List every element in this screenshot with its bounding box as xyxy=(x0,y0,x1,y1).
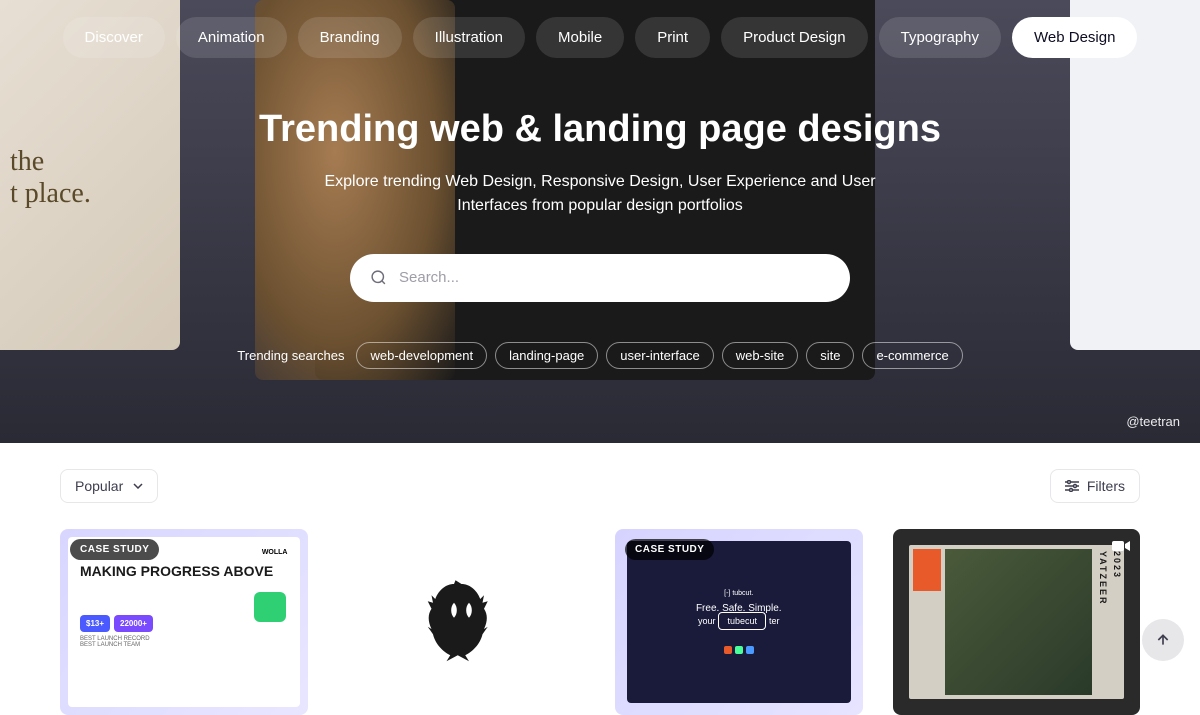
shot-card[interactable]: CASE STUDY[-] tubcut.Free. Safe. Simple.… xyxy=(615,529,863,715)
case-study-badge: CASE STUDY xyxy=(625,539,714,560)
category-illustration[interactable]: Illustration xyxy=(413,17,525,58)
griffin-logo xyxy=(424,579,499,664)
case-study-badge: CASE STUDY xyxy=(70,539,159,560)
hero-title: Trending web & landing page designs xyxy=(259,108,941,152)
video-icon xyxy=(1112,539,1130,553)
shots-grid: CASE STUDYWOLLAMAKING PROGRESS ABOVE$13+… xyxy=(0,503,1200,715)
category-branding[interactable]: Branding xyxy=(298,17,402,58)
category-typography[interactable]: Typography xyxy=(879,17,1001,58)
shot-preview: WOLLAMAKING PROGRESS ABOVE$13+22000+BEST… xyxy=(68,537,300,707)
shot-card[interactable] xyxy=(338,529,586,715)
trending-label: Trending searches xyxy=(237,348,344,363)
category-mobile[interactable]: Mobile xyxy=(536,17,624,58)
search-icon xyxy=(370,269,387,286)
trending-tag-site[interactable]: site xyxy=(806,342,854,369)
shot-card[interactable]: CASE STUDYWOLLAMAKING PROGRESS ABOVE$13+… xyxy=(60,529,308,715)
trending-tag-web-site[interactable]: web-site xyxy=(722,342,798,369)
trending-tag-web-development[interactable]: web-development xyxy=(356,342,487,369)
sort-dropdown[interactable]: Popular xyxy=(60,469,158,503)
category-print[interactable]: Print xyxy=(635,17,710,58)
shot-card[interactable]: YATZEER2023 xyxy=(893,529,1141,715)
shot-preview: [-] tubcut.Free. Safe. Simple.yourtubecu… xyxy=(627,541,851,703)
shot-preview: YATZEER2023 xyxy=(909,545,1125,699)
category-nav: Discover Animation Branding Illustration Mob… xyxy=(63,17,1138,58)
category-web-design[interactable]: Web Design xyxy=(1012,17,1137,58)
search-bar[interactable] xyxy=(350,254,850,302)
arrow-up-icon xyxy=(1155,632,1171,648)
hero-credit[interactable]: @teetran xyxy=(1126,414,1180,429)
trending-tag-landing-page[interactable]: landing-page xyxy=(495,342,598,369)
sort-value: Popular xyxy=(75,478,123,494)
filters-icon xyxy=(1065,480,1079,492)
chevron-down-icon xyxy=(133,483,143,489)
trending-tag-user-interface[interactable]: user-interface xyxy=(606,342,713,369)
search-input[interactable] xyxy=(399,269,830,286)
hero-subtitle: Explore trending Web Design, Responsive … xyxy=(300,170,900,218)
trending-tag-e-commerce[interactable]: e-commerce xyxy=(862,342,962,369)
category-animation[interactable]: Animation xyxy=(176,17,287,58)
controls-bar: Popular Filters xyxy=(0,443,1200,503)
category-product-design[interactable]: Product Design xyxy=(721,17,868,58)
category-discover[interactable]: Discover xyxy=(63,17,165,58)
filters-button[interactable]: Filters xyxy=(1050,469,1140,503)
filters-label: Filters xyxy=(1087,478,1125,494)
hero-section: Discover Animation Branding Illustration Mob… xyxy=(0,0,1200,443)
scroll-to-top-button[interactable] xyxy=(1142,619,1184,661)
trending-searches-row: Trending searches web-development landing… xyxy=(237,342,962,369)
